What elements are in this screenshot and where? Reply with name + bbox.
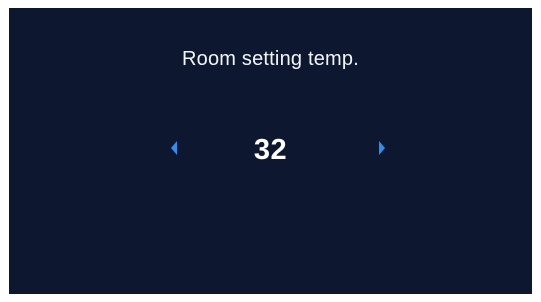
display-screen: Room setting temp. 32 — [9, 8, 532, 294]
temperature-value: 32 — [253, 134, 288, 166]
increase-temp-button[interactable] — [373, 138, 391, 158]
device-frame: Room setting temp. 32 — [0, 0, 541, 302]
screen-title: Room setting temp. — [181, 48, 359, 70]
chevron-right-icon — [379, 141, 385, 155]
